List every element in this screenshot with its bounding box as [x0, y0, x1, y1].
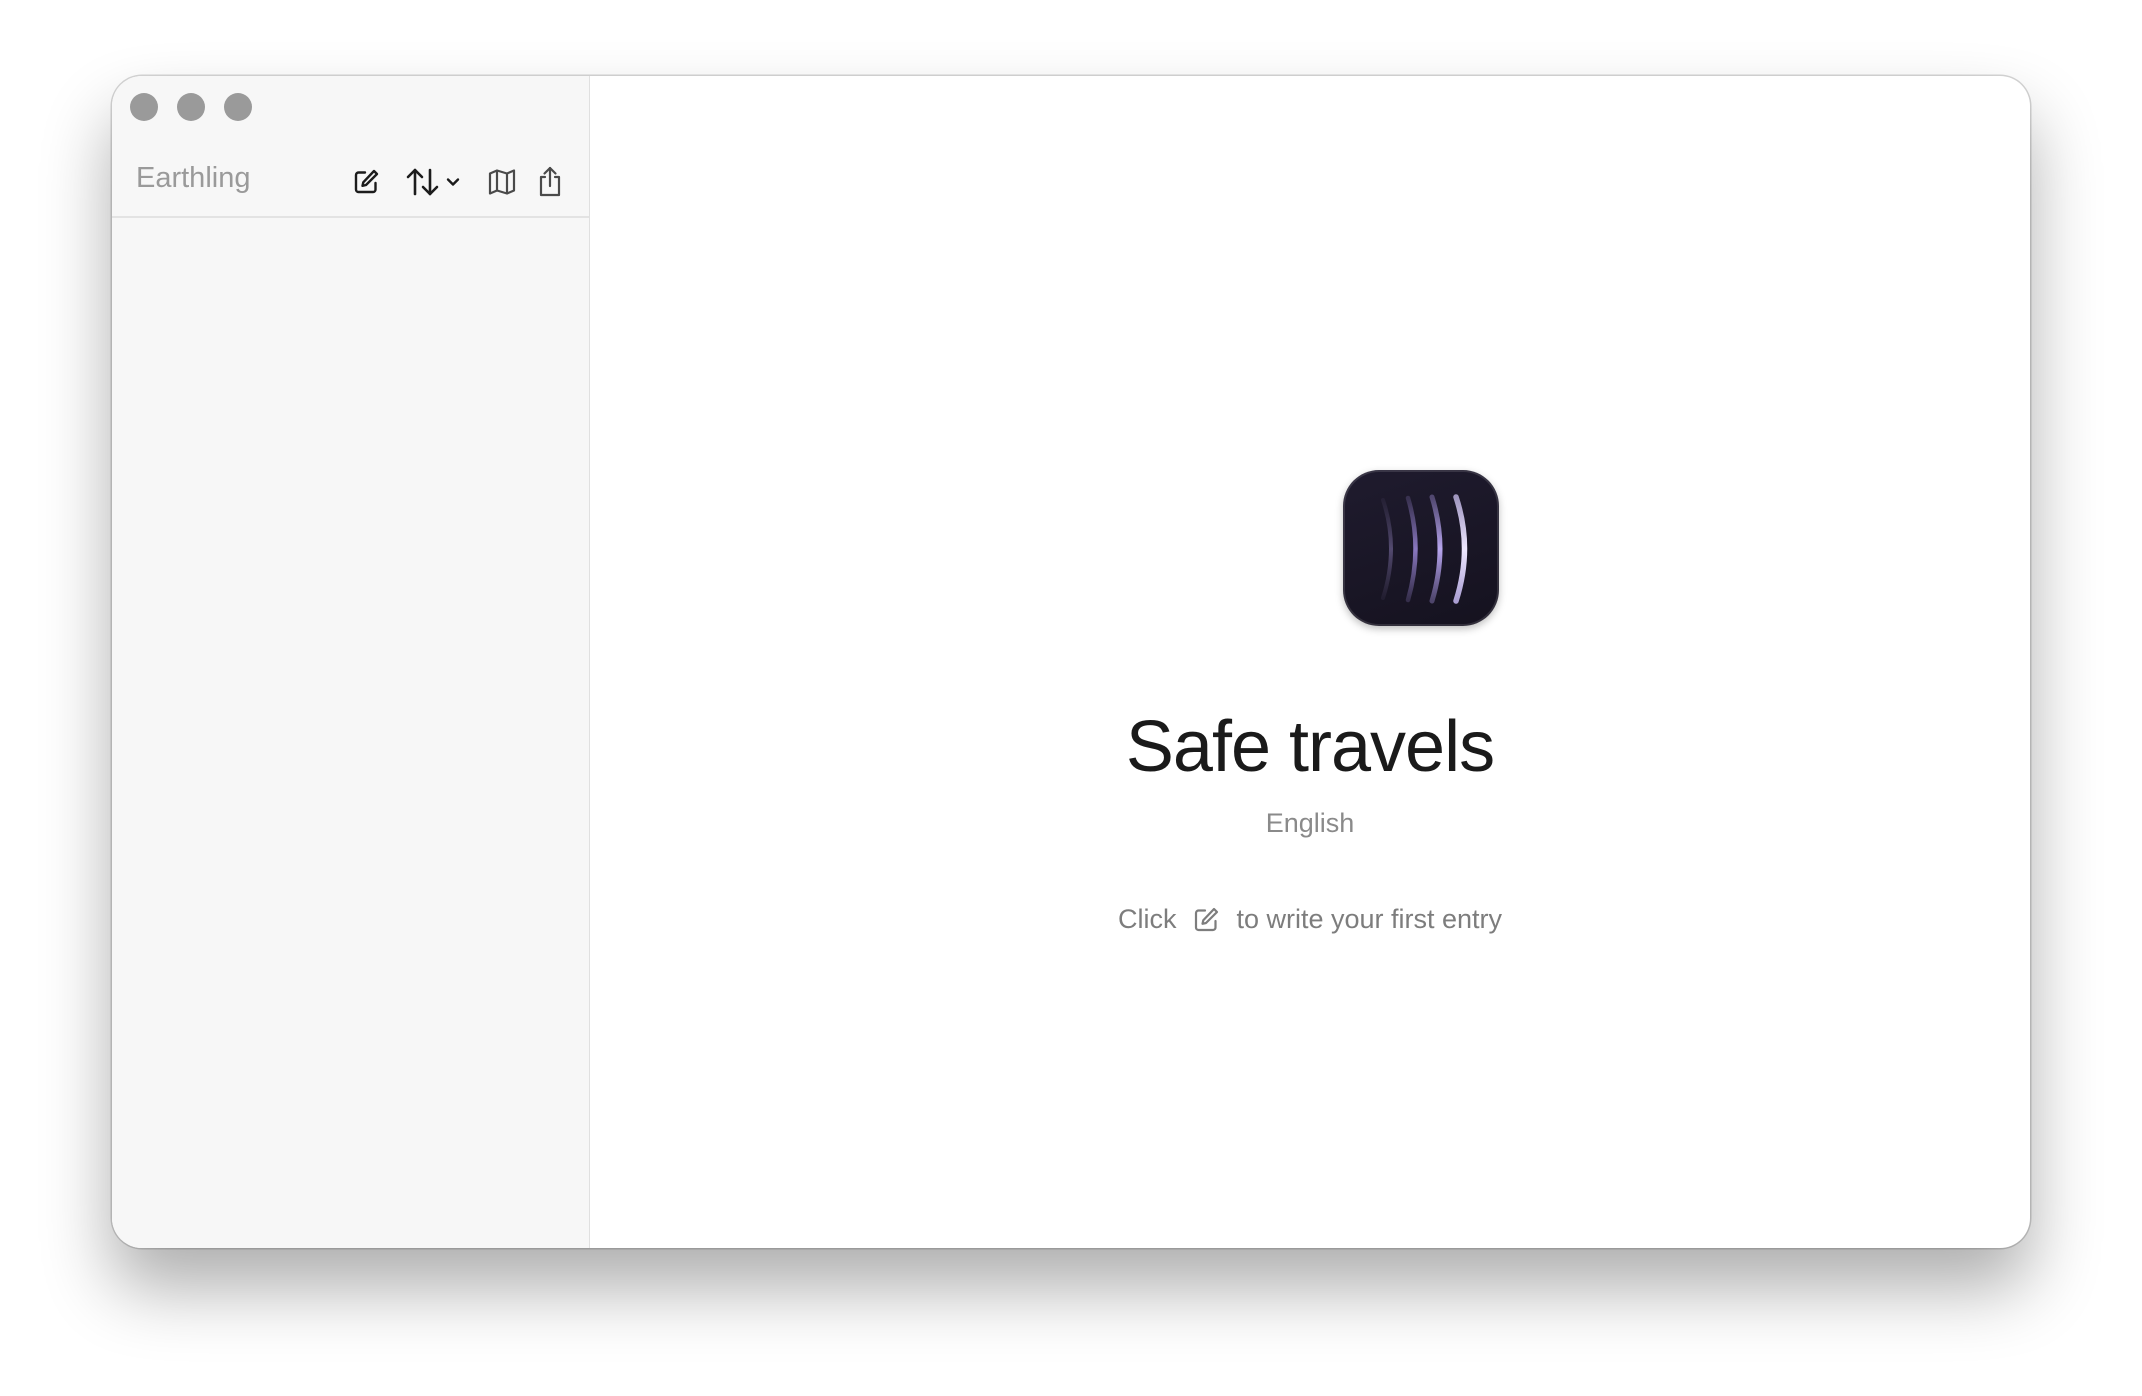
- hint-compose-icon: [1192, 906, 1220, 934]
- map-icon: [488, 169, 516, 195]
- earthling-app-icon: [1343, 470, 1499, 626]
- map-button[interactable]: [484, 164, 520, 200]
- share-button[interactable]: [532, 164, 568, 200]
- zoom-button[interactable]: [224, 93, 252, 121]
- share-icon: [539, 166, 561, 197]
- compose-icon: [354, 169, 379, 194]
- window-controls: [130, 93, 252, 121]
- minimize-button[interactable]: [177, 93, 205, 121]
- app-name: Earthling: [136, 162, 251, 194]
- sort-arrows-icon: [406, 168, 439, 196]
- hint-suffix: to write your first entry: [1236, 904, 1503, 934]
- chevron-down-icon: [446, 178, 460, 186]
- close-button[interactable]: [130, 93, 158, 121]
- main-content: Safe travels English Click to write your…: [590, 76, 2030, 1248]
- welcome-title: Safe travels: [1125, 707, 1495, 787]
- new-entry-button[interactable]: [348, 164, 384, 200]
- language-label: English: [1265, 808, 1355, 838]
- hint-prefix: Click: [1117, 904, 1177, 934]
- empty-state-hint: Click to write your first entry: [590, 904, 2030, 935]
- sidebar: Earthling: [112, 76, 590, 1248]
- app-window: Earthling Safe travels English Click to …: [112, 76, 2030, 1248]
- sidebar-header-divider: [112, 216, 589, 218]
- sort-button[interactable]: [402, 164, 464, 200]
